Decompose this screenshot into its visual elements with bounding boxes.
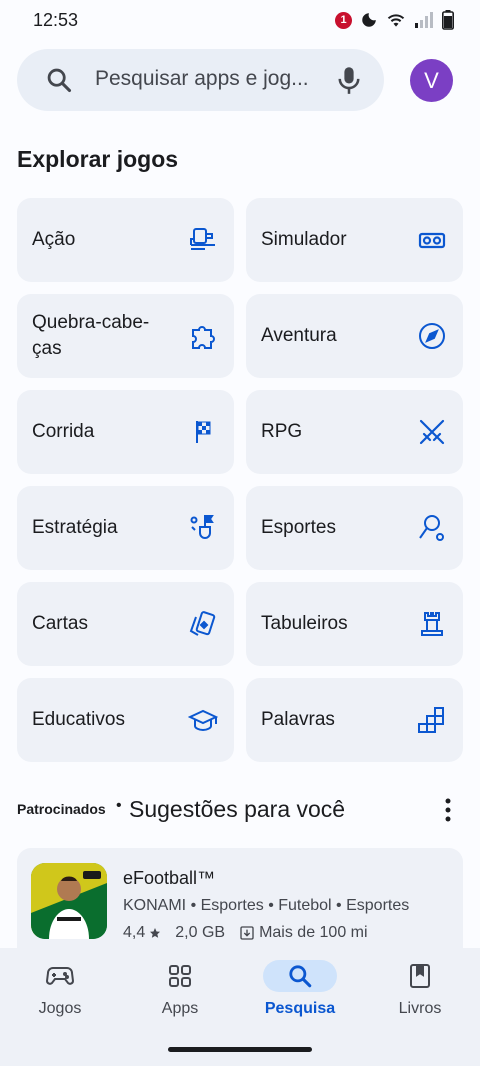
category-card-estrategia[interactable]: Estratégia	[17, 486, 234, 570]
app-stats: 4,4 2,0 GB Mais de 100 mi	[123, 924, 368, 942]
nav-label: Apps	[161, 1000, 199, 1017]
vr-headset-icon	[418, 232, 446, 249]
home-indicator[interactable]	[168, 1047, 312, 1052]
account-avatar[interactable]: V	[410, 59, 453, 102]
download-icon	[240, 926, 254, 940]
category-card-corrida[interactable]: Corrida	[17, 390, 234, 474]
suggested-app-card[interactable]: eFootball™ KONAMI • Esportes • Futebol •…	[17, 848, 463, 958]
search-input[interactable]	[95, 67, 335, 91]
signal-icon	[415, 12, 433, 28]
nav-item-livros[interactable]: Livros	[360, 960, 480, 1030]
sports-icon	[419, 515, 444, 541]
category-grid: Ação Simulador Quebra-cabe-ças Aventura …	[17, 198, 463, 762]
word-tiles-icon	[418, 707, 444, 733]
chess-rook-icon	[421, 612, 443, 636]
category-card-rpg[interactable]: RPG	[246, 390, 463, 474]
strategy-icon	[190, 515, 214, 539]
graduation-cap-icon	[188, 709, 218, 732]
category-card-palavras[interactable]: Palavras	[246, 678, 463, 762]
category-label: Simulador	[261, 229, 347, 250]
puzzle-icon	[192, 326, 215, 349]
category-label: Ação	[32, 229, 76, 250]
category-label: Quebra-cabe-ças	[32, 312, 150, 359]
category-label: Cartas	[32, 613, 88, 634]
cards-icon	[189, 611, 216, 636]
category-label: Educativos	[32, 709, 125, 730]
category-label: Esportes	[261, 517, 336, 538]
more-vertical-icon[interactable]	[443, 797, 453, 823]
category-label: Corrida	[32, 421, 95, 442]
action-icon	[190, 228, 215, 250]
app-icon-efootball	[31, 863, 107, 939]
category-label: Aventura	[261, 325, 337, 346]
gamepad-icon	[46, 967, 74, 985]
section-title-explore-games: Explorar jogos	[17, 146, 179, 172]
nav-item-jogos[interactable]: Jogos	[0, 960, 120, 1030]
status-bar: 12:53 1	[0, 0, 480, 40]
app-name: eFootball™	[123, 868, 216, 888]
compass-icon	[419, 323, 445, 349]
category-label: Tabuleiros	[261, 613, 348, 634]
search-icon	[289, 965, 312, 988]
category-card-quebra-cabecas[interactable]: Quebra-cabe-ças	[17, 294, 234, 378]
category-card-tabuleiros[interactable]: Tabuleiros	[246, 582, 463, 666]
category-label: Palavras	[261, 709, 335, 730]
category-label: Estratégia	[32, 517, 118, 538]
checkered-flag-icon	[196, 421, 211, 443]
app-downloads: Mais de 100 mi	[259, 924, 368, 941]
active-indicator-pill	[263, 960, 337, 992]
search-bar[interactable]	[17, 49, 384, 111]
suggestions-title: Sugestões para você	[129, 796, 346, 822]
category-card-acao[interactable]: Ação	[17, 198, 234, 282]
category-card-aventura[interactable]: Aventura	[246, 294, 463, 378]
category-label: RPG	[261, 421, 303, 442]
app-meta: KONAMI • Esportes • Futebol • Esportes	[123, 897, 410, 914]
do-not-disturb-moon-icon	[362, 13, 376, 27]
crossed-swords-icon	[419, 419, 445, 445]
separator-dot: •	[116, 797, 122, 814]
category-card-educativos[interactable]: Educativos	[17, 678, 234, 762]
microphone-icon[interactable]	[335, 65, 363, 95]
sponsored-label: Patrocinados	[17, 801, 106, 817]
suggestions-header: Patrocinados • Sugestões para você	[17, 795, 463, 825]
status-time: 12:53	[33, 10, 79, 30]
nav-label: Pesquisa	[264, 1000, 336, 1017]
category-card-simulador[interactable]: Simulador	[246, 198, 463, 282]
app-rating: 4,4	[123, 924, 146, 941]
star-icon	[150, 928, 161, 938]
apps-grid-icon	[169, 965, 191, 987]
nav-item-apps[interactable]: Apps	[120, 960, 240, 1030]
status-icons: 1	[335, 10, 454, 30]
wifi-icon	[387, 14, 405, 27]
nav-item-pesquisa[interactable]: Pesquisa	[240, 960, 360, 1030]
category-card-cartas[interactable]: Cartas	[17, 582, 234, 666]
search-icon	[47, 68, 72, 93]
battery-icon	[442, 10, 454, 30]
nav-label: Livros	[398, 1000, 442, 1017]
category-card-esportes[interactable]: Esportes	[246, 486, 463, 570]
notification-badge: 1	[335, 11, 352, 29]
nav-label: Jogos	[38, 1000, 82, 1017]
app-size: 2,0 GB	[175, 924, 226, 941]
bookmark-book-icon	[410, 964, 430, 988]
